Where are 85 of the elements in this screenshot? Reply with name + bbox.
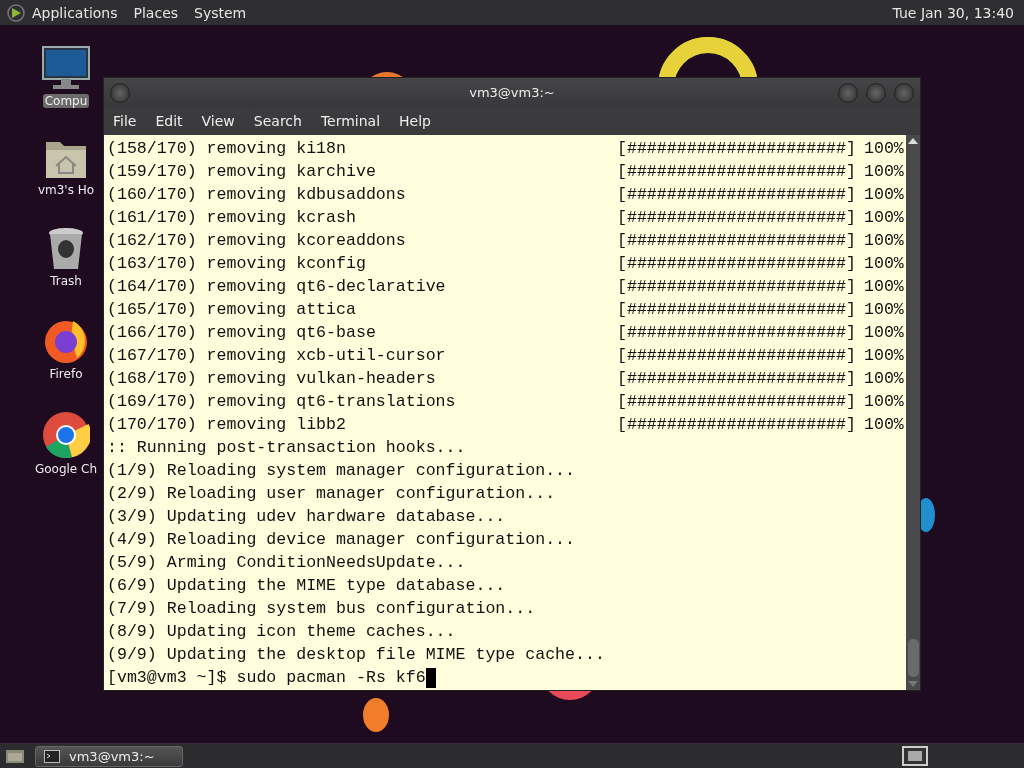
terminal-line: (2/9) Reloading user manager configuration... <box>107 483 556 505</box>
percent-text: 100% <box>864 161 904 183</box>
scrollbar-thumb[interactable] <box>907 639 919 677</box>
terminal-line: (161/170) removing kcrash <box>107 207 356 229</box>
panel-menu[interactable]: Applications <box>32 4 118 21</box>
menu-item[interactable]: Search <box>253 113 302 129</box>
menu-item[interactable]: Help <box>399 113 431 129</box>
percent-text: 100% <box>864 138 904 160</box>
progress-bar-text: [######################] <box>617 230 856 252</box>
terminal-line: (8/9) Updating icon theme caches... <box>107 621 456 643</box>
terminal-line: (169/170) removing qt6-translations <box>107 391 456 413</box>
computer-icon[interactable] <box>41 45 91 91</box>
clock[interactable]: Tue Jan 30, 13:40 <box>892 4 1014 21</box>
panel-menu[interactable]: System <box>194 4 247 21</box>
command-text: sudo pacman -Rs kf6 <box>236 667 426 689</box>
percent-text: 100% <box>864 276 904 298</box>
progress-bar-text: [######################] <box>617 368 856 390</box>
desktop-icon-label[interactable]: Firefo <box>47 367 85 381</box>
percent-text: 100% <box>864 184 904 206</box>
terminal-line: (160/170) removing kdbusaddons <box>107 184 406 206</box>
chrome-icon[interactable] <box>42 411 90 459</box>
terminal-line: (7/9) Reloading system bus configuration... <box>107 598 536 620</box>
terminal-line: (158/170) removing ki18n <box>107 138 346 160</box>
progress-bar-text: [######################] <box>617 322 856 344</box>
menu-item[interactable]: Edit <box>155 113 183 129</box>
firefox-icon[interactable] <box>43 318 89 364</box>
workspace-switcher-icon[interactable] <box>902 746 928 766</box>
trash-icon[interactable] <box>47 227 85 271</box>
desktop-icon-label[interactable]: Trash <box>48 274 84 288</box>
progress-bar-text: [######################] <box>617 184 856 206</box>
wallpaper-shape <box>363 698 389 732</box>
percent-text: 100% <box>864 345 904 367</box>
maximize-button[interactable] <box>866 82 886 103</box>
window-menu-button[interactable] <box>110 82 130 103</box>
terminal-line: (170/170) removing libb2 <box>107 414 346 436</box>
terminal-line: (4/9) Reloading device manager configuration... <box>107 529 576 551</box>
percent-text: 100% <box>864 368 904 390</box>
logo-icon[interactable] <box>6 2 26 23</box>
terminal-line: (166/170) removing qt6-base <box>107 322 376 344</box>
menu-item[interactable]: View <box>201 113 235 129</box>
progress-bar-text: [######################] <box>617 391 856 413</box>
progress-bar-text: [######################] <box>617 207 856 229</box>
scrollbar[interactable] <box>906 135 920 690</box>
progress-bar-text: [######################] <box>617 299 856 321</box>
terminal-line: (164/170) removing qt6-declarative <box>107 276 446 298</box>
terminal-line: (1/9) Reloading system manager configuration... <box>107 460 576 482</box>
terminal-line: (6/9) Updating the MIME type database... <box>107 575 506 597</box>
percent-text: 100% <box>864 299 904 321</box>
terminal-line: :: Running post-transaction hooks... <box>107 437 466 459</box>
panel-menu[interactable]: Places <box>133 4 179 21</box>
window-title: vm3@vm3:~ <box>468 85 556 100</box>
scroll-up-icon[interactable] <box>908 138 918 144</box>
taskbar-button[interactable]: vm3@vm3:~ <box>35 745 183 767</box>
text-cursor <box>425 667 436 688</box>
menu-item[interactable]: Terminal <box>320 113 381 129</box>
percent-text: 100% <box>864 207 904 229</box>
desktop-icon-label[interactable]: vm3's Ho <box>35 183 97 197</box>
terminal-line: (168/170) removing vulkan-headers <box>107 368 436 390</box>
terminal-line: (167/170) removing xcb-util-cursor <box>107 345 446 367</box>
minimize-button[interactable] <box>838 82 858 103</box>
terminal-line: (3/9) Updating udev hardware database... <box>107 506 506 528</box>
percent-text: 100% <box>864 391 904 413</box>
desktop-icon-label[interactable]: Google Ch <box>32 462 100 476</box>
terminal-line: (159/170) removing karchive <box>107 161 376 183</box>
progress-bar-text: [######################] <box>617 253 856 275</box>
progress-bar-text: [######################] <box>617 138 856 160</box>
percent-text: 100% <box>864 253 904 275</box>
shell-prompt: [vm3@vm3 ~]$ <box>107 667 227 689</box>
terminal-line: (165/170) removing attica <box>107 299 356 321</box>
progress-bar-text: [######################] <box>617 276 856 298</box>
progress-bar-text: [######################] <box>617 345 856 367</box>
percent-text: 100% <box>864 414 904 436</box>
menu-item[interactable]: File <box>113 113 137 129</box>
progress-bar-text: [######################] <box>617 414 856 436</box>
terminal-line: (162/170) removing kcoreaddons <box>107 230 406 252</box>
percent-text: 100% <box>864 230 904 252</box>
show-desktop-icon[interactable] <box>5 748 25 764</box>
terminal-icon <box>44 749 60 763</box>
terminal-line: (9/9) Updating the desktop file MIME type cache... <box>107 644 605 666</box>
terminal-line: (163/170) removing kconfig <box>107 253 366 275</box>
terminal-line: (5/9) Arming ConditionNeedsUpdate... <box>107 552 466 574</box>
close-button[interactable] <box>894 82 914 103</box>
desktop-icon-label[interactable]: Compu <box>42 94 90 108</box>
progress-bar-text: [######################] <box>617 161 856 183</box>
percent-text: 100% <box>864 322 904 344</box>
